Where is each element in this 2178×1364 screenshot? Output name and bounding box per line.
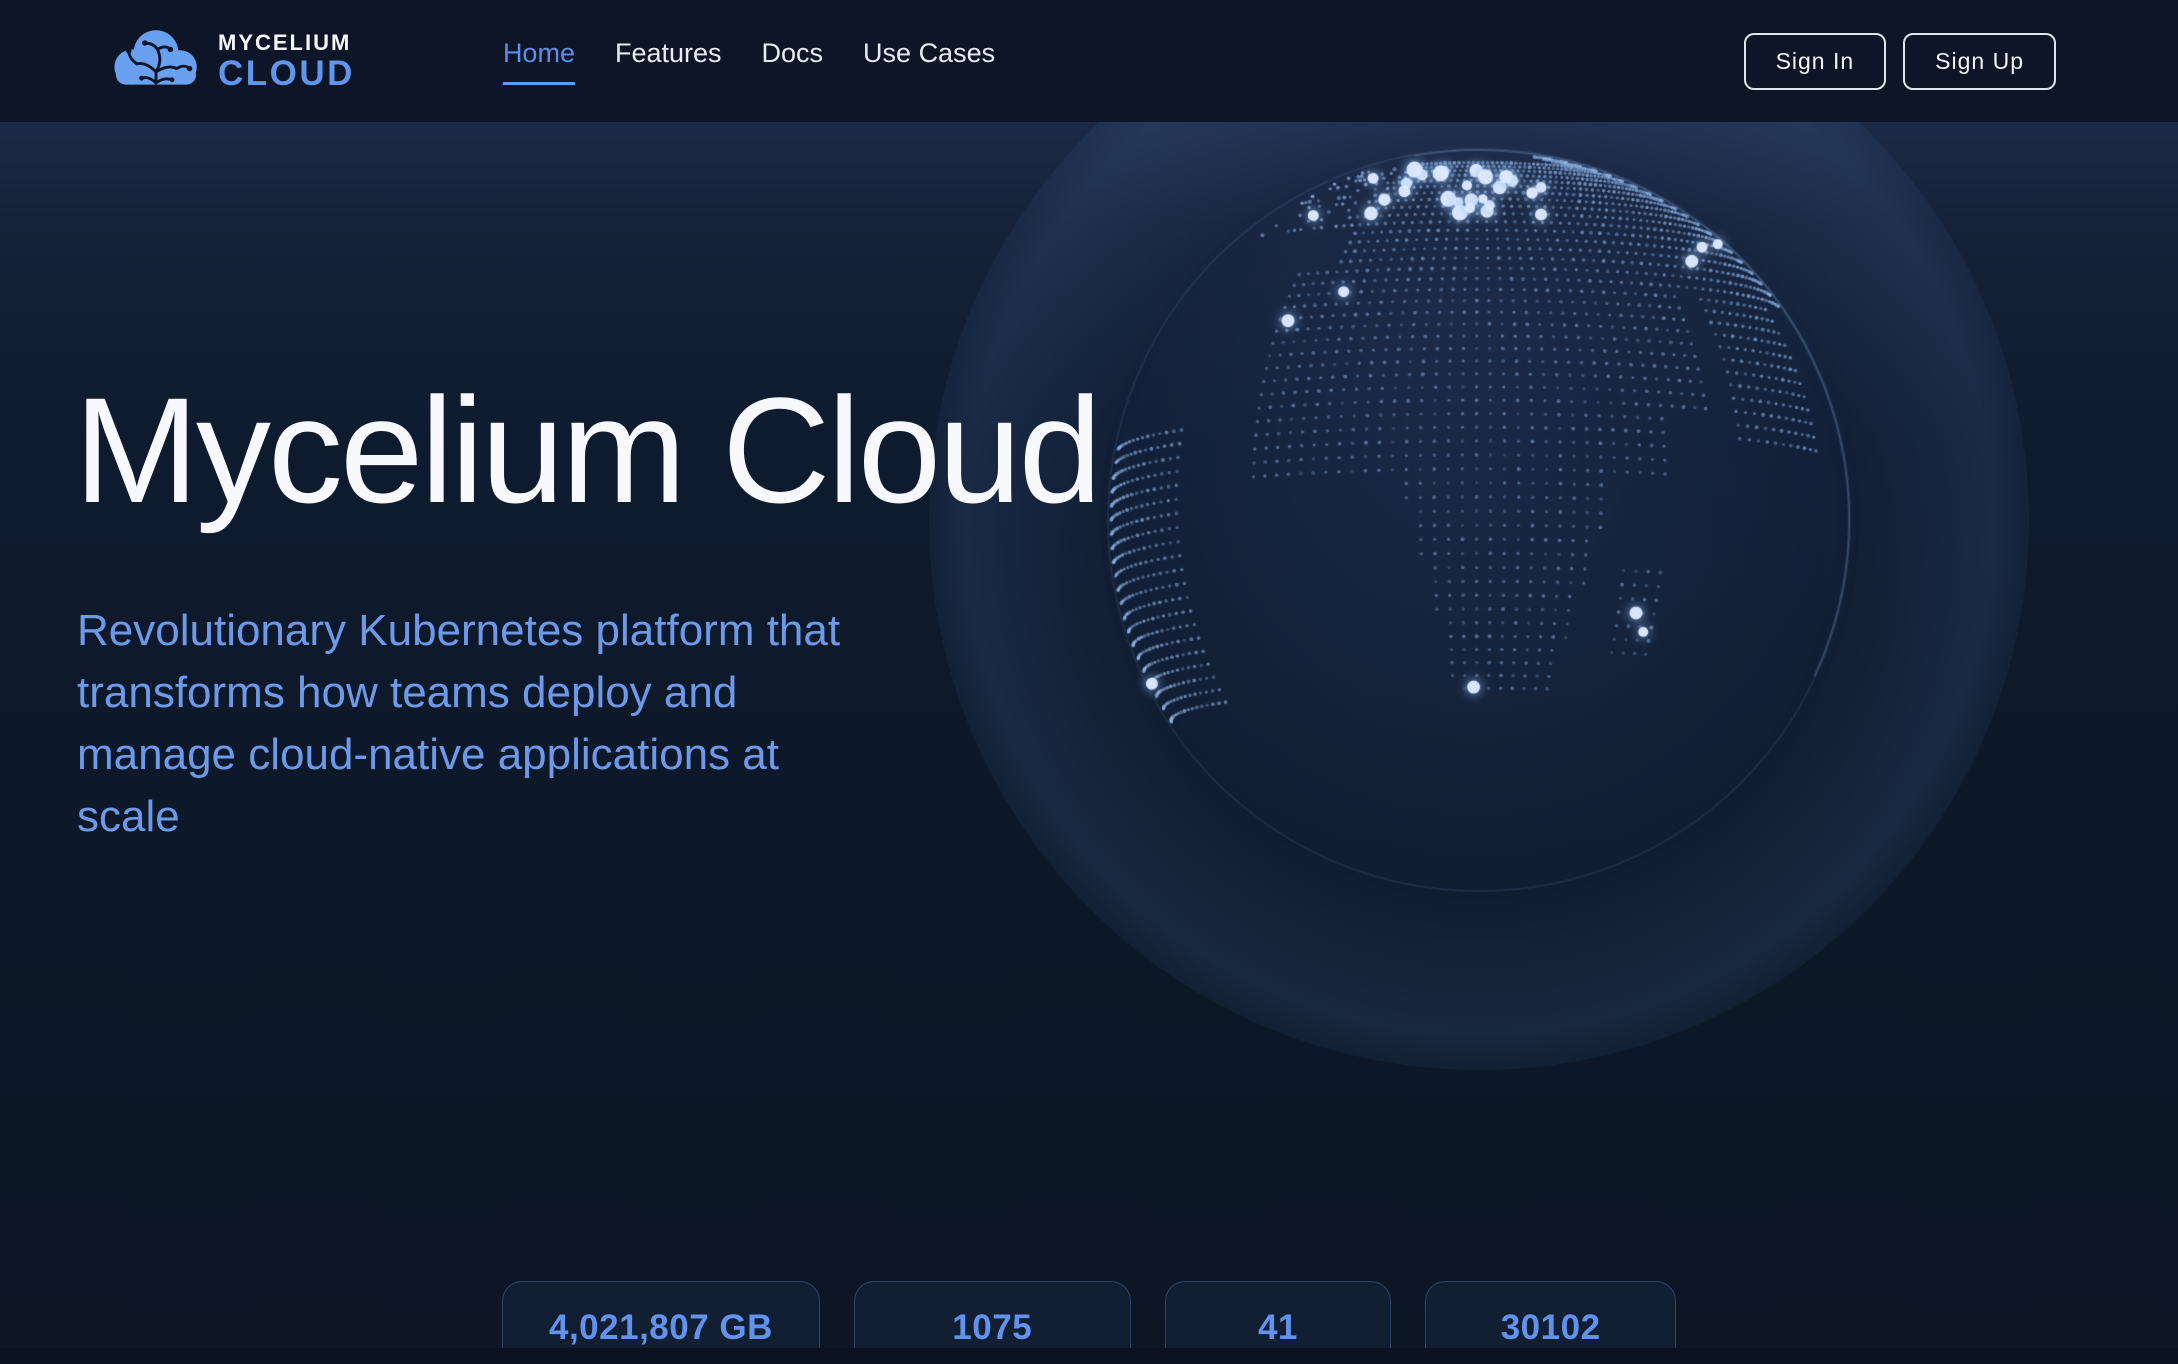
brand-wordmark: MYCELIUM CLOUD <box>218 32 355 91</box>
stat-value: 30102 <box>1501 1308 1601 1348</box>
hero-subtitle: Revolutionary Kubernetes platform that t… <box>77 600 840 848</box>
stat-value: 41 <box>1258 1308 1298 1348</box>
stat-value: 1075 <box>952 1308 1032 1348</box>
globe-visualization <box>929 0 2029 1070</box>
sign-up-button[interactable]: Sign Up <box>1903 33 2056 90</box>
auth-buttons: Sign In Sign Up <box>1744 33 2056 90</box>
bottom-section-edge <box>0 1348 2178 1364</box>
nav-item-features[interactable]: Features <box>615 38 722 85</box>
hero-title: Mycelium Cloud <box>74 372 1099 530</box>
hero-section: Mycelium Cloud Revolutionary Kubernetes … <box>0 122 2178 1364</box>
brand-logo[interactable]: MYCELIUM CLOUD <box>108 26 355 97</box>
nav-item-home[interactable]: Home <box>503 38 575 85</box>
sign-in-button[interactable]: Sign In <box>1744 33 1887 90</box>
brand-line2: CLOUD <box>218 56 355 91</box>
brand-line1: MYCELIUM <box>218 32 355 54</box>
nav-item-docs[interactable]: Docs <box>762 38 824 85</box>
globe-canvas <box>1059 100 1899 940</box>
stat-value: 4,021,807 GB <box>549 1308 773 1348</box>
main-nav: Home Features Docs Use Cases <box>503 38 995 85</box>
navbar: MYCELIUM CLOUD Home Features Docs Use Ca… <box>0 0 2178 122</box>
cloud-mycelium-logo-icon <box>108 26 204 97</box>
nav-item-use-cases[interactable]: Use Cases <box>863 38 995 85</box>
landing-page: MYCELIUM CLOUD Home Features Docs Use Ca… <box>0 0 2178 1364</box>
